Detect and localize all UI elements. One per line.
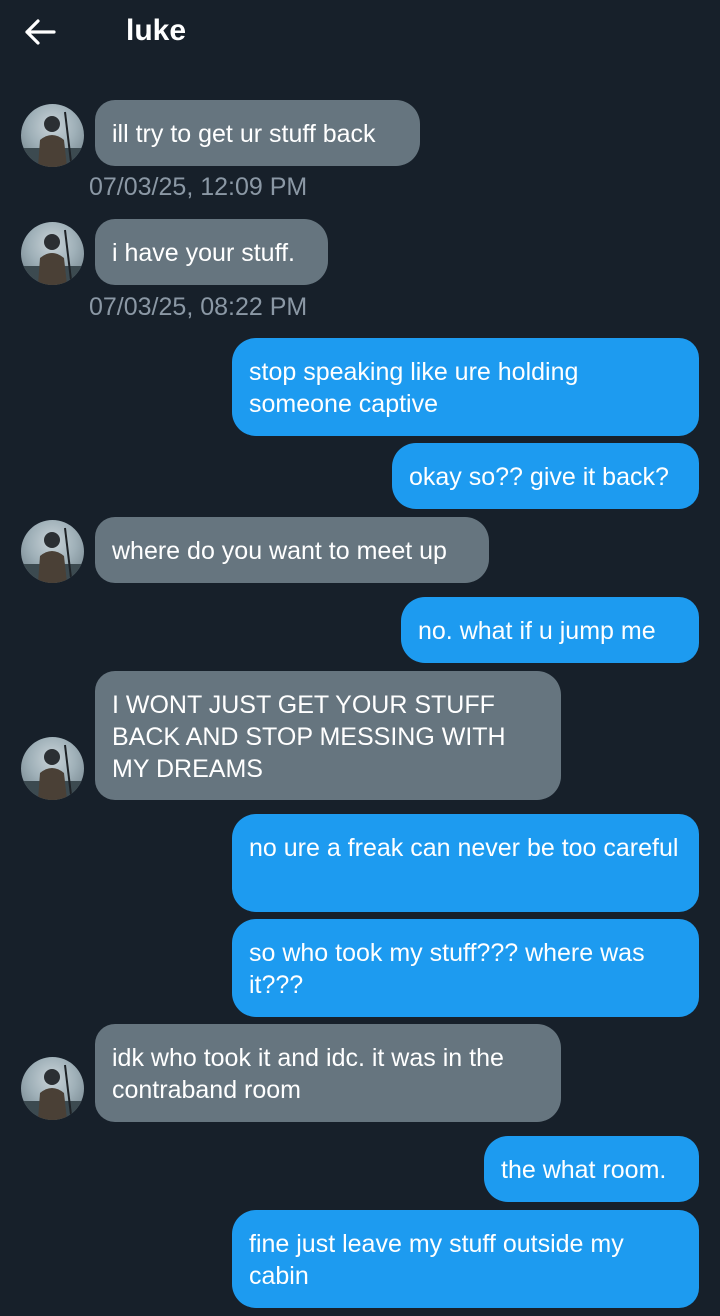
- avatar[interactable]: [21, 104, 84, 167]
- message-bubble-sent[interactable]: stop speaking like ure holding someone c…: [232, 338, 699, 436]
- message-bubble-sent[interactable]: fine just leave my stuff outside my cabi…: [232, 1210, 699, 1308]
- avatar[interactable]: [21, 520, 84, 583]
- person-photo-icon: [21, 111, 84, 167]
- arrow-left-icon: [25, 19, 56, 45]
- contact-name: luke: [126, 14, 187, 47]
- back-button[interactable]: [24, 10, 80, 54]
- message-bubble-sent[interactable]: the what room.: [484, 1136, 699, 1202]
- message-bubble-received[interactable]: idk who took it and idc. it was in the c…: [95, 1024, 561, 1122]
- message-bubble-received[interactable]: where do you want to meet up: [95, 517, 489, 583]
- message-bubble-sent[interactable]: so who took my stuff??? where was it???: [232, 919, 699, 1017]
- message-bubble-sent[interactable]: no. what if u jump me: [401, 597, 699, 663]
- avatar[interactable]: [21, 1057, 84, 1120]
- person-photo-icon: [21, 229, 84, 285]
- message-timestamp: 07/03/25, 08:22 PM: [89, 293, 308, 321]
- chat-header: luke: [0, 0, 720, 64]
- message-bubble-received[interactable]: i have your stuff.: [95, 219, 328, 285]
- avatar[interactable]: [21, 737, 84, 800]
- avatar[interactable]: [21, 222, 84, 285]
- message-timestamp: 07/03/25, 12:09 PM: [89, 173, 308, 201]
- person-photo-icon: [21, 1064, 84, 1120]
- message-bubble-received[interactable]: I WONT JUST GET YOUR STUFF BACK AND STOP…: [95, 671, 561, 800]
- person-photo-icon: [21, 744, 84, 800]
- person-photo-icon: [21, 527, 84, 583]
- message-bubble-sent[interactable]: no ure a freak can never be too careful: [232, 814, 699, 912]
- message-bubble-received[interactable]: ill try to get ur stuff back: [95, 100, 420, 166]
- message-bubble-sent[interactable]: okay so?? give it back?: [392, 443, 699, 509]
